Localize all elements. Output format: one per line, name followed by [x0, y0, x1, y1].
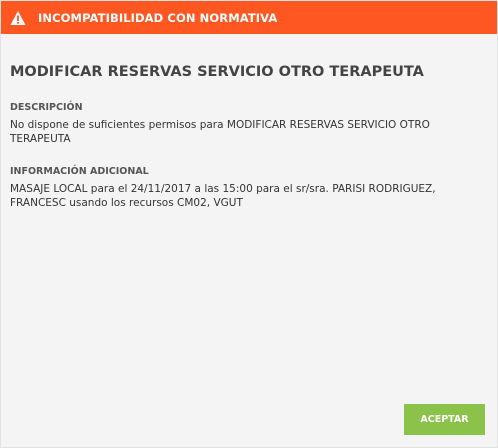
accept-button[interactable]: ACEPTAR [404, 404, 485, 435]
additional-info-text: MASAJE LOCAL para el 24/11/2017 a las 15… [10, 183, 436, 209]
warning-icon [10, 10, 26, 26]
incompatibility-dialog: INCOMPATIBILIDAD CON NORMATIVA MODIFICAR… [0, 0, 498, 448]
additional-info-label: INFORMACIÓN ADICIONAL [10, 166, 149, 177]
dialog-heading: MODIFICAR RESERVAS SERVICIO OTRO TERAPEU… [10, 64, 424, 80]
dialog-titlebar: INCOMPATIBILIDAD CON NORMATIVA [1, 1, 497, 34]
description-text: No dispone de suficientes permisos para … [10, 119, 430, 145]
dialog-title: INCOMPATIBILIDAD CON NORMATIVA [38, 10, 278, 25]
dialog-body: MODIFICAR RESERVAS SERVICIO OTRO TERAPEU… [1, 64, 497, 210]
description-label: DESCRIPCIÓN [10, 102, 83, 113]
